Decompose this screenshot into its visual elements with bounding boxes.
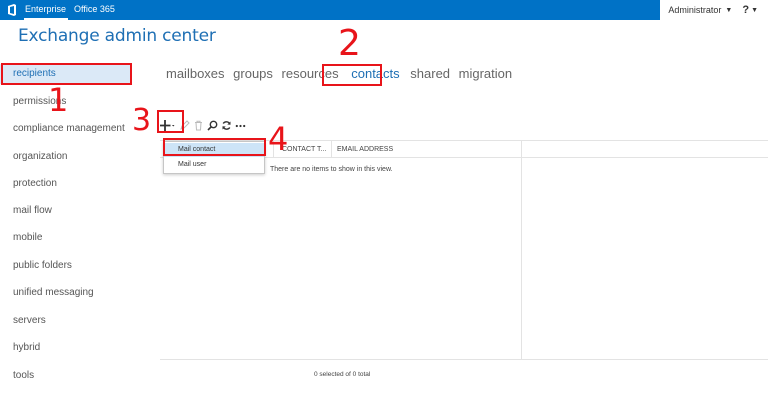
annotation-label-1: 1 [48, 81, 69, 119]
details-pane-divider [521, 140, 522, 359]
enterprise-active-indicator [24, 18, 68, 20]
nav-item-mail-flow[interactable]: mail flow [13, 205, 52, 216]
annotation-box-4 [163, 138, 266, 156]
office365-link[interactable]: Office 365 [74, 4, 115, 14]
chevron-down-icon[interactable]: ▼ [725, 7, 732, 14]
help-button[interactable]: ? [742, 4, 749, 16]
grid-bottom-border [160, 359, 768, 360]
menu-item-mail-user[interactable]: Mail user [164, 158, 264, 172]
search-icon[interactable] [207, 120, 218, 131]
annotation-box-2 [322, 64, 382, 86]
tab-mailboxes[interactable]: mailboxes [166, 66, 225, 81]
user-menu[interactable]: Administrator [668, 5, 721, 15]
nav-item-hybrid[interactable]: hybrid [13, 342, 40, 353]
user-area: Administrator ▼ ? ▼ [660, 0, 768, 20]
nav-item-public-folders[interactable]: public folders [13, 260, 72, 271]
nav-item-mobile[interactable]: mobile [13, 232, 42, 243]
refresh-icon[interactable] [221, 120, 232, 131]
tab-migration[interactable]: migration [459, 66, 512, 81]
annotation-label-4: 4 [268, 120, 289, 158]
annotation-label-3: 3 [132, 103, 152, 138]
page-title: Exchange admin center [18, 26, 216, 46]
selection-count: 0 selected of 0 total [314, 371, 371, 378]
office-logo-icon[interactable] [7, 4, 17, 16]
grid-column-divider [331, 140, 332, 157]
tab-groups[interactable]: groups [233, 66, 273, 81]
column-header-email-address[interactable]: EMAIL ADDRESS [337, 146, 393, 153]
nav-item-servers[interactable]: servers [13, 315, 46, 326]
column-header-contact-type[interactable]: CONTACT T... [282, 146, 326, 153]
nav-item-compliance-management[interactable]: compliance management [13, 123, 125, 134]
nav-item-protection[interactable]: protection [13, 178, 57, 189]
top-bar: Enterprise Office 365 Administrator ▼ ? … [0, 0, 768, 20]
nav-item-tools[interactable]: tools [13, 370, 34, 381]
tab-shared[interactable]: shared [410, 66, 450, 81]
nav-item-unified-messaging[interactable]: unified messaging [13, 287, 94, 298]
help-chevron-down-icon[interactable]: ▼ [751, 7, 758, 14]
annotation-box-3 [157, 110, 184, 133]
empty-grid-message: There are no items to show in this view. [270, 166, 393, 173]
delete-icon[interactable] [193, 120, 204, 131]
more-icon[interactable] [235, 120, 246, 131]
nav-item-organization[interactable]: organization [13, 151, 67, 162]
annotation-label-2: 2 [338, 23, 361, 64]
